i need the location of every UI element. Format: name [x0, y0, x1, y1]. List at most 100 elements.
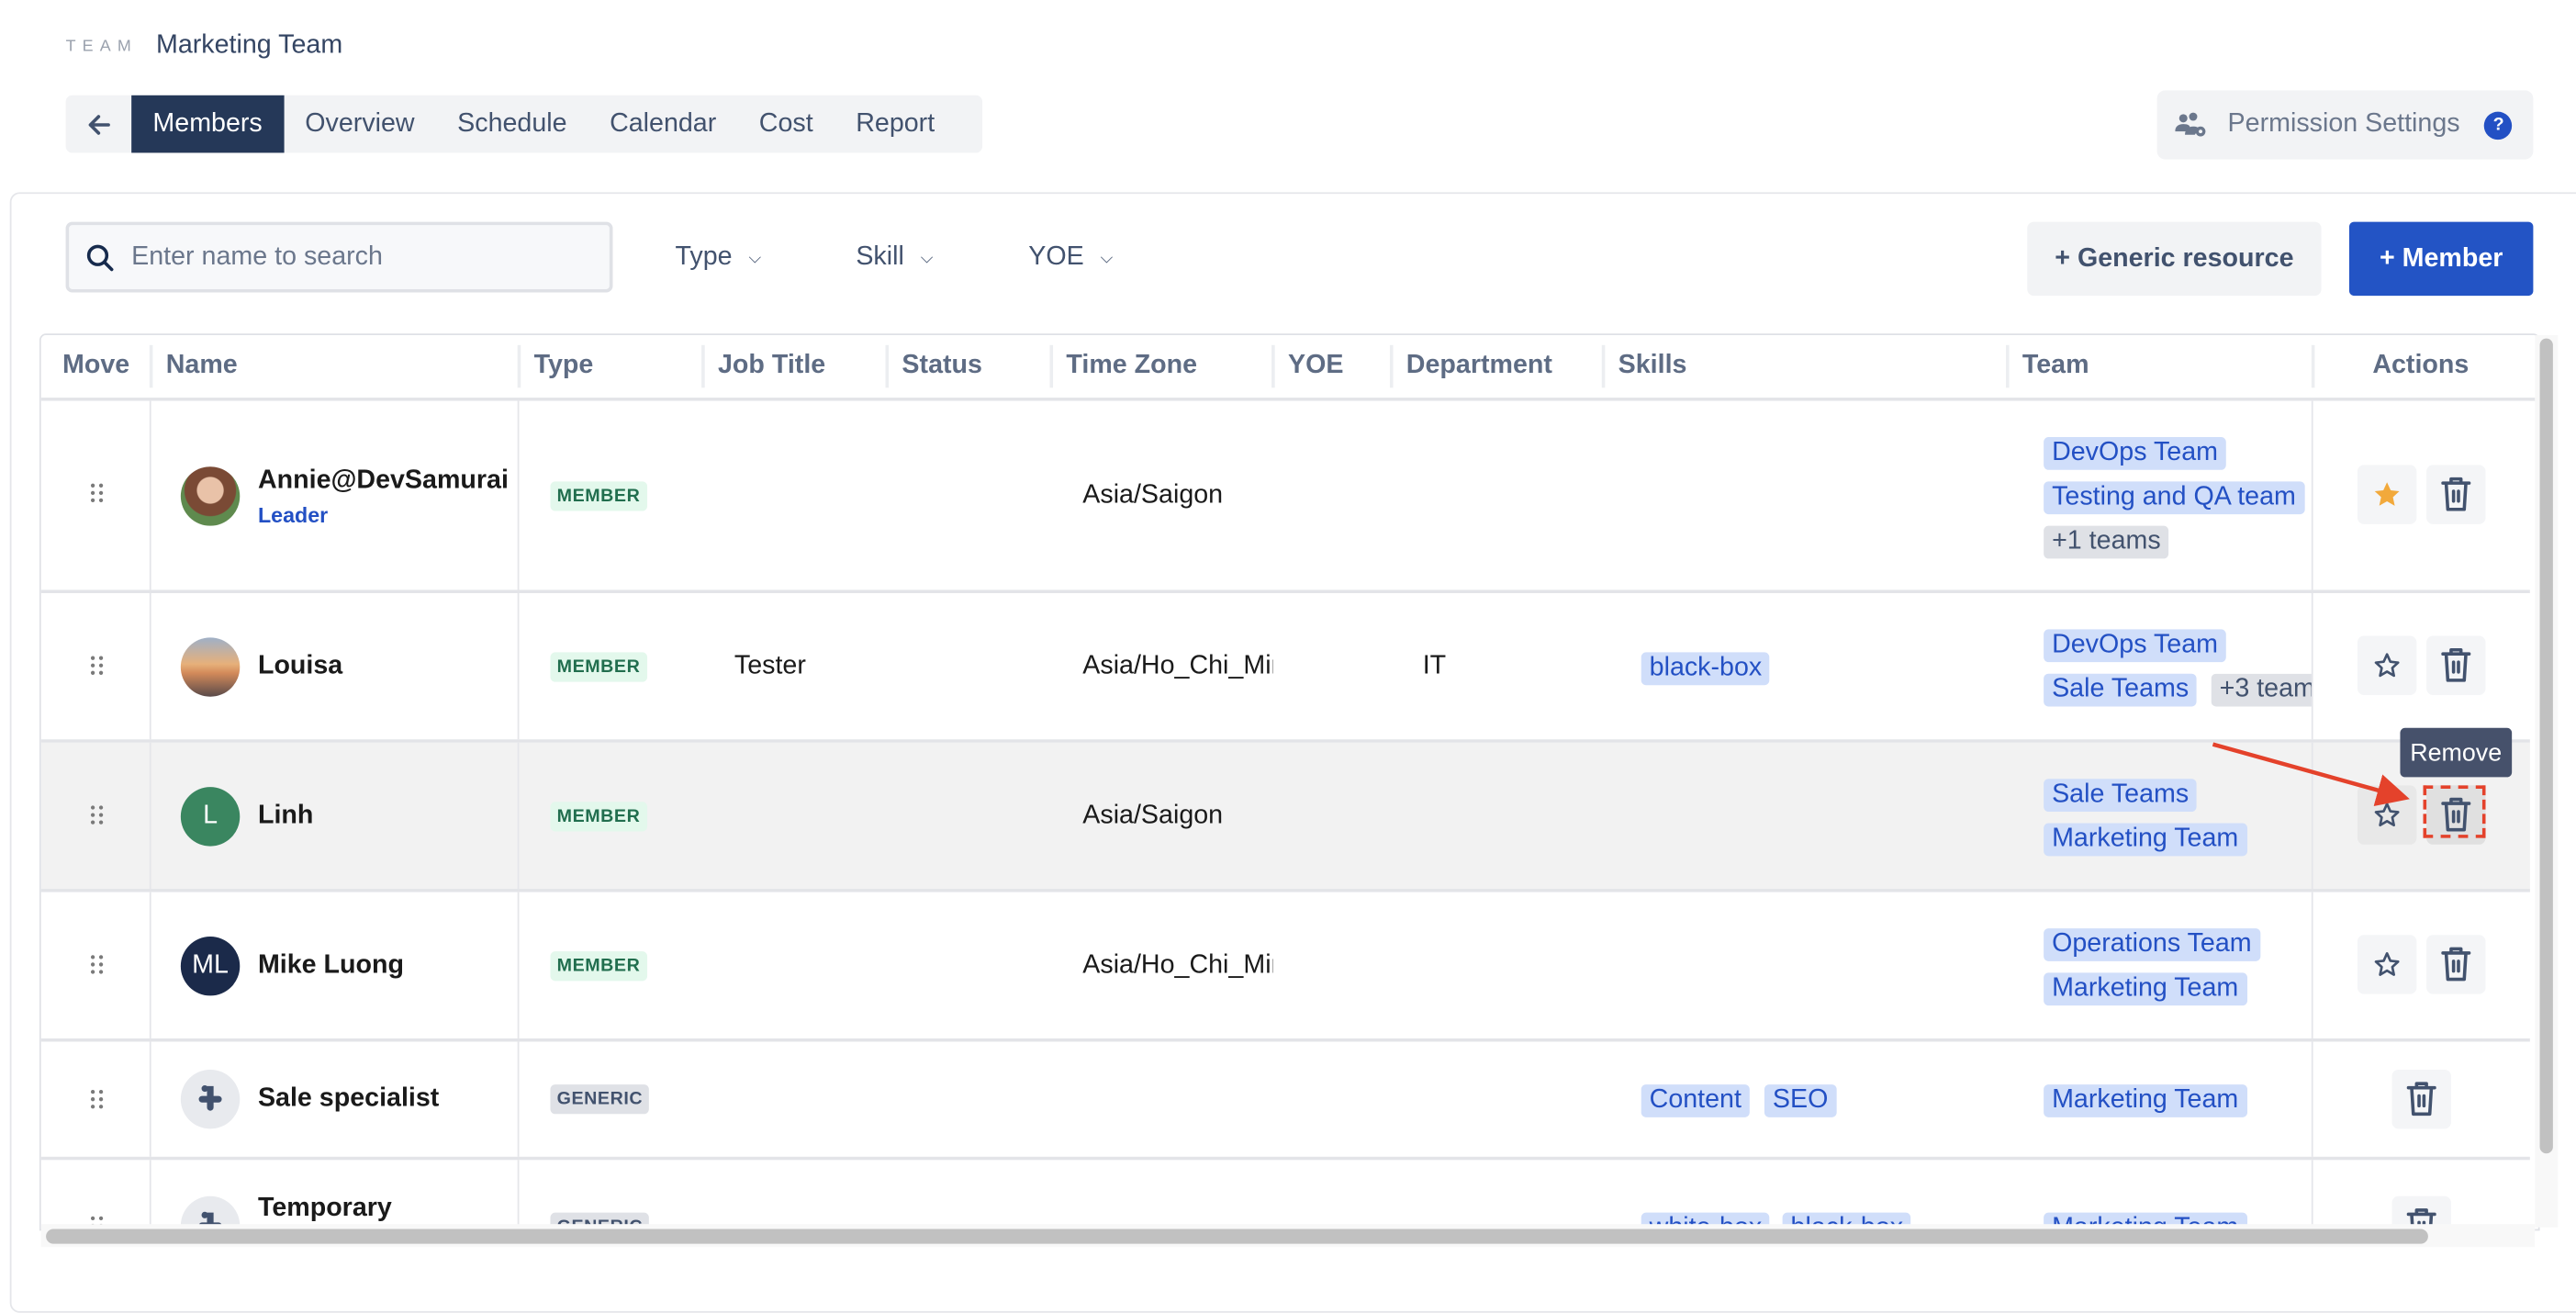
search-icon — [85, 242, 115, 272]
team-tag: Marketing Team — [2044, 823, 2247, 857]
skill-filter-label: Skill — [856, 242, 904, 272]
annotation-arrow — [2212, 742, 2410, 806]
avatar — [180, 1069, 241, 1129]
drag-handle-icon[interactable] — [87, 1089, 106, 1109]
col-team[interactable]: Team — [2005, 335, 2089, 398]
skill-filter[interactable]: Skill ⌵ — [856, 243, 933, 273]
yoe-filter[interactable]: YOE ⌵ — [1028, 243, 1113, 273]
department: IT — [1422, 652, 1447, 680]
tab-schedule[interactable]: Schedule — [436, 95, 588, 153]
skill-tag: black-box — [1641, 652, 1771, 686]
col-job-title[interactable]: Job Title — [701, 335, 825, 398]
member-name[interactable]: Mike Luong — [258, 951, 404, 981]
question-circle-icon[interactable]: ? — [2484, 110, 2513, 140]
type-badge: MEMBER — [550, 481, 647, 511]
tab-calendar[interactable]: Calendar — [588, 95, 738, 153]
favorite-button[interactable] — [2357, 635, 2417, 695]
col-time-zone[interactable]: Time Zone — [1049, 335, 1197, 398]
team-tag: Marketing Team — [2044, 972, 2247, 1006]
arrow-left-icon — [88, 114, 110, 134]
team-tag: DevOps Team — [2044, 437, 2226, 470]
favorite-button[interactable] — [2357, 935, 2417, 994]
more-teams-tag[interactable]: +1 teams — [2044, 525, 2169, 559]
trash-icon — [2441, 647, 2471, 682]
type-filter[interactable]: Type ⌵ — [675, 243, 761, 273]
team-tag: Operations Team — [2044, 928, 2260, 961]
search-input[interactable] — [128, 241, 578, 274]
col-name[interactable]: Name — [149, 335, 238, 398]
tab-members[interactable]: Members — [131, 95, 285, 153]
leader-label: Leader — [257, 502, 329, 528]
puzzle-icon — [198, 1084, 222, 1111]
table-row: Annie@DevSamurai Leader MEMBER Asia/Saig… — [40, 400, 2530, 594]
member-name[interactable]: Linh — [258, 802, 313, 831]
users-gear-icon — [2175, 112, 2208, 139]
vertical-scrollbar-thumb[interactable] — [2539, 338, 2553, 1154]
col-yoe[interactable]: YOE — [1271, 335, 1343, 398]
favorite-button[interactable] — [2357, 465, 2417, 524]
team-tag: Sale Teams — [2044, 779, 2198, 813]
more-teams-tag[interactable]: +3 teams — [2211, 673, 2312, 707]
col-status[interactable]: Status — [885, 335, 982, 398]
horizontal-scrollbar-thumb[interactable] — [46, 1229, 2428, 1244]
drag-handle-icon[interactable] — [87, 805, 106, 825]
tab-report[interactable]: Report — [834, 95, 956, 153]
permission-settings-button[interactable]: Permission Settings ? — [2156, 90, 2534, 160]
vertical-scrollbar[interactable] — [2535, 335, 2559, 1228]
drag-handle-icon[interactable] — [87, 483, 106, 503]
permission-settings-label: Permission Settings — [2227, 109, 2460, 139]
yoe-filter-label: YOE — [1028, 242, 1084, 272]
drag-handle-icon[interactable] — [87, 955, 106, 974]
team-tag: Testing and QA team — [2044, 481, 2304, 515]
chevron-down-icon: ⌵ — [920, 249, 934, 267]
table-row: ML Mike Luong MEMBER Asia/Ho_Chi_Minh Op… — [40, 892, 2530, 1042]
job-title: Tester — [734, 652, 806, 680]
time-zone: Asia/Ho_Chi_Minh — [1082, 951, 1273, 980]
horizontal-scrollbar[interactable] — [40, 1224, 2536, 1248]
member-name[interactable]: Annie@DevSamurai — [258, 466, 509, 496]
remove-tooltip: Remove — [2400, 727, 2512, 778]
avatar — [180, 466, 241, 526]
type-badge: MEMBER — [550, 802, 647, 832]
skill-tag: Content — [1641, 1084, 1750, 1117]
table-header: Move Name Type Job Title Status Time Zon… — [40, 335, 2538, 401]
remove-button[interactable] — [2426, 935, 2486, 994]
trash-icon — [2441, 477, 2471, 511]
table-row: Temporary GENERIC white-box black-box Ma… — [40, 1160, 2530, 1229]
member-name[interactable]: Temporary — [258, 1195, 392, 1224]
remove-button[interactable] — [2426, 635, 2486, 695]
star-outline-icon — [2374, 952, 2400, 976]
tab-cost[interactable]: Cost — [738, 95, 834, 153]
avatar: ML — [180, 937, 241, 996]
team-tag: Sale Teams — [2044, 673, 2198, 707]
type-filter-label: Type — [675, 242, 733, 272]
remove-button[interactable] — [2391, 1069, 2451, 1129]
team-nav: Members Overview Schedule Calendar Cost … — [65, 95, 983, 153]
time-zone: Asia/Ho_Chi_Minh — [1082, 652, 1273, 680]
col-department[interactable]: Department — [1389, 335, 1552, 398]
team-tag: DevOps Team — [2044, 629, 2226, 663]
type-badge: GENERIC — [550, 1084, 650, 1115]
tab-overview[interactable]: Overview — [284, 95, 436, 153]
avatar — [180, 637, 241, 697]
trash-icon — [2406, 1082, 2436, 1117]
add-generic-resource-button[interactable]: + Generic resource — [2027, 221, 2322, 297]
trash-icon — [2441, 947, 2471, 982]
remove-button[interactable] — [2426, 465, 2486, 524]
member-name[interactable]: Sale specialist — [258, 1084, 439, 1114]
chevron-down-icon: ⌵ — [748, 249, 762, 267]
col-skills[interactable]: Skills — [1601, 335, 1686, 398]
add-member-button[interactable]: + Member — [2348, 221, 2534, 297]
avatar: L — [180, 787, 241, 847]
members-table: Move Name Type Job Title Status Time Zon… — [39, 333, 2540, 1231]
drag-handle-icon[interactable] — [87, 656, 106, 675]
col-move: Move — [62, 351, 130, 380]
member-name[interactable]: Louisa — [258, 652, 342, 681]
col-type[interactable]: Type — [517, 335, 593, 398]
time-zone: Asia/Saigon — [1082, 802, 1224, 830]
section-label: TEAM — [65, 38, 138, 56]
team-tag: Marketing Team — [2044, 1084, 2247, 1117]
search-field[interactable] — [65, 221, 613, 293]
team-name: Marketing Team — [156, 31, 343, 60]
back-button[interactable] — [66, 95, 132, 153]
